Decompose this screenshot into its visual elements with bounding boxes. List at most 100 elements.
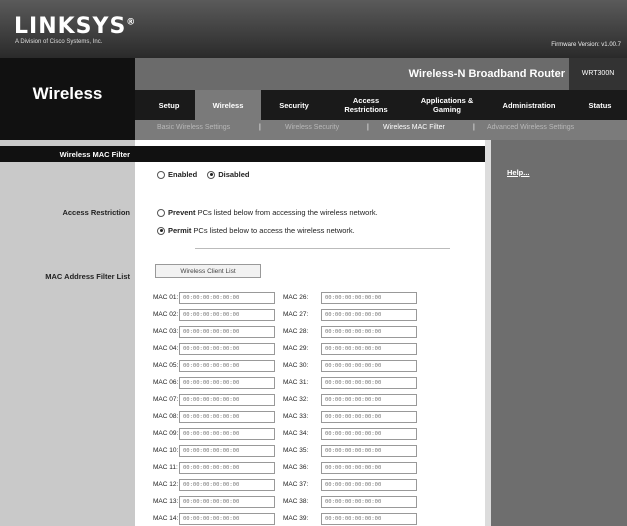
mac-label: MAC 37:: [283, 481, 309, 488]
disabled-label: Disabled: [218, 170, 250, 179]
tab-administration[interactable]: Administration: [487, 90, 571, 120]
subtab-wireless-mac-filter[interactable]: Wireless MAC Filter: [383, 124, 445, 131]
label-access-restriction: Access Restriction: [62, 208, 130, 217]
mac-address-field[interactable]: 00:00:00:00:00:00: [321, 411, 417, 423]
main-content: Enabled Disabled Prevent PCs listed belo…: [135, 140, 485, 526]
mac-label: MAC 06:: [153, 379, 179, 386]
mac-label: MAC 33:: [283, 413, 309, 420]
mac-address-field[interactable]: 00:00:00:00:00:00: [179, 292, 275, 304]
main-tabs: Setup Wireless Security Access Restricti…: [135, 90, 627, 120]
tab-access-restrictions[interactable]: Access Restrictions: [331, 90, 401, 120]
tab-setup[interactable]: Setup: [143, 90, 195, 120]
product-name: Wireless-N Broadband Router: [408, 68, 565, 80]
brand-bar: LINKSYS® A Division of Cisco Systems, In…: [0, 0, 627, 58]
firmware-version: Firmware Version: v1.00.7: [551, 42, 621, 48]
mac-label: MAC 02:: [153, 311, 179, 318]
mac-address-field[interactable]: 00:00:00:00:00:00: [179, 360, 275, 372]
prevent-text: Prevent PCs listed below from accessing …: [168, 208, 378, 217]
mac-address-field[interactable]: 00:00:00:00:00:00: [321, 394, 417, 406]
mac-address-field[interactable]: 00:00:00:00:00:00: [321, 343, 417, 355]
mac-address-field[interactable]: 00:00:00:00:00:00: [179, 377, 275, 389]
mac-label: MAC 38:: [283, 498, 309, 505]
label-mac-filter-list: MAC Address Filter List: [45, 272, 130, 281]
mac-label: MAC 29:: [283, 345, 309, 352]
mac-address-field[interactable]: 00:00:00:00:00:00: [179, 343, 275, 355]
filter-mode-group: Enabled Disabled: [157, 170, 249, 179]
help-link[interactable]: Help...: [507, 168, 530, 177]
mac-address-field[interactable]: 00:00:00:00:00:00: [179, 411, 275, 423]
mac-label: MAC 03:: [153, 328, 179, 335]
mac-address-field[interactable]: 00:00:00:00:00:00: [321, 292, 417, 304]
product-bar: Wireless-N Broadband Router WRT300N: [135, 58, 627, 90]
mac-address-field[interactable]: 00:00:00:00:00:00: [321, 428, 417, 440]
divider: [195, 248, 450, 249]
tab-wireless[interactable]: Wireless: [195, 90, 261, 120]
mac-label: MAC 34:: [283, 430, 309, 437]
permit-bold: Permit: [168, 226, 192, 235]
mac-address-field[interactable]: 00:00:00:00:00:00: [179, 445, 275, 457]
help-column: Help...: [491, 140, 627, 526]
mac-address-field[interactable]: 00:00:00:00:00:00: [179, 309, 275, 321]
mac-label: MAC 05:: [153, 362, 179, 369]
logo-text: LINKSYS: [14, 14, 127, 39]
mac-label: MAC 04:: [153, 345, 179, 352]
radio-enabled[interactable]: [157, 170, 165, 179]
section-header: Wireless: [0, 58, 135, 140]
mac-address-field[interactable]: 00:00:00:00:00:00: [321, 479, 417, 491]
content-section-band: [135, 146, 485, 162]
mac-address-field[interactable]: 00:00:00:00:00:00: [179, 394, 275, 406]
left-label-column: Wireless MAC Filter Access Restriction M…: [0, 140, 135, 526]
mac-label: MAC 36:: [283, 464, 309, 471]
label-wireless-mac-filter: Wireless MAC Filter: [59, 150, 130, 159]
mac-label: MAC 11:: [153, 464, 178, 471]
mac-label: MAC 13:: [153, 498, 179, 505]
tab-applications-gaming[interactable]: Applications & Gaming: [407, 90, 487, 120]
mac-address-field[interactable]: 00:00:00:00:00:00: [321, 513, 417, 525]
mac-label: MAC 09:: [153, 430, 179, 437]
subtab-separator: |: [367, 124, 369, 131]
subtab-separator: |: [259, 124, 261, 131]
tab-status[interactable]: Status: [575, 90, 625, 120]
mac-address-field[interactable]: 00:00:00:00:00:00: [321, 309, 417, 321]
radio-permit[interactable]: [157, 226, 165, 235]
mac-address-field[interactable]: 00:00:00:00:00:00: [321, 326, 417, 338]
prevent-option: Prevent PCs listed below from accessing …: [157, 208, 378, 217]
sub-tabs: Basic Wireless Settings | Wireless Secur…: [135, 120, 627, 140]
mac-address-field[interactable]: 00:00:00:00:00:00: [321, 360, 417, 372]
permit-text: Permit PCs listed below to access the wi…: [168, 226, 355, 235]
mac-label: MAC 08:: [153, 413, 179, 420]
mac-label: MAC 10:: [153, 447, 179, 454]
mac-label: MAC 14:: [153, 515, 179, 522]
mac-label: MAC 28:: [283, 328, 309, 335]
mac-address-field[interactable]: 00:00:00:00:00:00: [179, 513, 275, 525]
subtab-basic-wireless[interactable]: Basic Wireless Settings: [157, 124, 230, 131]
mac-address-field[interactable]: 00:00:00:00:00:00: [321, 445, 417, 457]
prevent-bold: Prevent: [168, 208, 196, 217]
mac-label: MAC 26:: [283, 294, 309, 301]
mac-label: MAC 27:: [283, 311, 309, 318]
mac-label: MAC 01:: [153, 294, 179, 301]
mac-address-field[interactable]: 00:00:00:00:00:00: [321, 496, 417, 508]
enabled-label: Enabled: [168, 170, 198, 179]
section-title: Wireless: [32, 84, 103, 103]
wireless-client-list-button[interactable]: Wireless Client List: [155, 264, 261, 278]
subtab-advanced-wireless[interactable]: Advanced Wireless Settings: [487, 124, 574, 131]
logo-registered-mark: ®: [126, 17, 137, 28]
mac-address-field[interactable]: 00:00:00:00:00:00: [179, 479, 275, 491]
permit-rest: PCs listed below to access the wireless …: [191, 226, 355, 235]
mac-address-field[interactable]: 00:00:00:00:00:00: [179, 496, 275, 508]
mac-address-field[interactable]: 00:00:00:00:00:00: [179, 326, 275, 338]
tab-security[interactable]: Security: [265, 90, 323, 120]
mac-label: MAC 35:: [283, 447, 309, 454]
mac-address-field[interactable]: 00:00:00:00:00:00: [321, 377, 417, 389]
radio-disabled[interactable]: [207, 170, 216, 179]
subtab-separator: |: [473, 124, 475, 131]
logo-subtitle: A Division of Cisco Systems, Inc.: [15, 39, 103, 45]
radio-prevent[interactable]: [157, 208, 165, 217]
mac-address-field[interactable]: 00:00:00:00:00:00: [179, 462, 275, 474]
model-badge: WRT300N: [569, 58, 627, 90]
subtab-wireless-security[interactable]: Wireless Security: [285, 124, 339, 131]
mac-address-field[interactable]: 00:00:00:00:00:00: [321, 462, 417, 474]
prevent-rest: PCs listed below from accessing the wire…: [195, 208, 378, 217]
mac-address-field[interactable]: 00:00:00:00:00:00: [179, 428, 275, 440]
